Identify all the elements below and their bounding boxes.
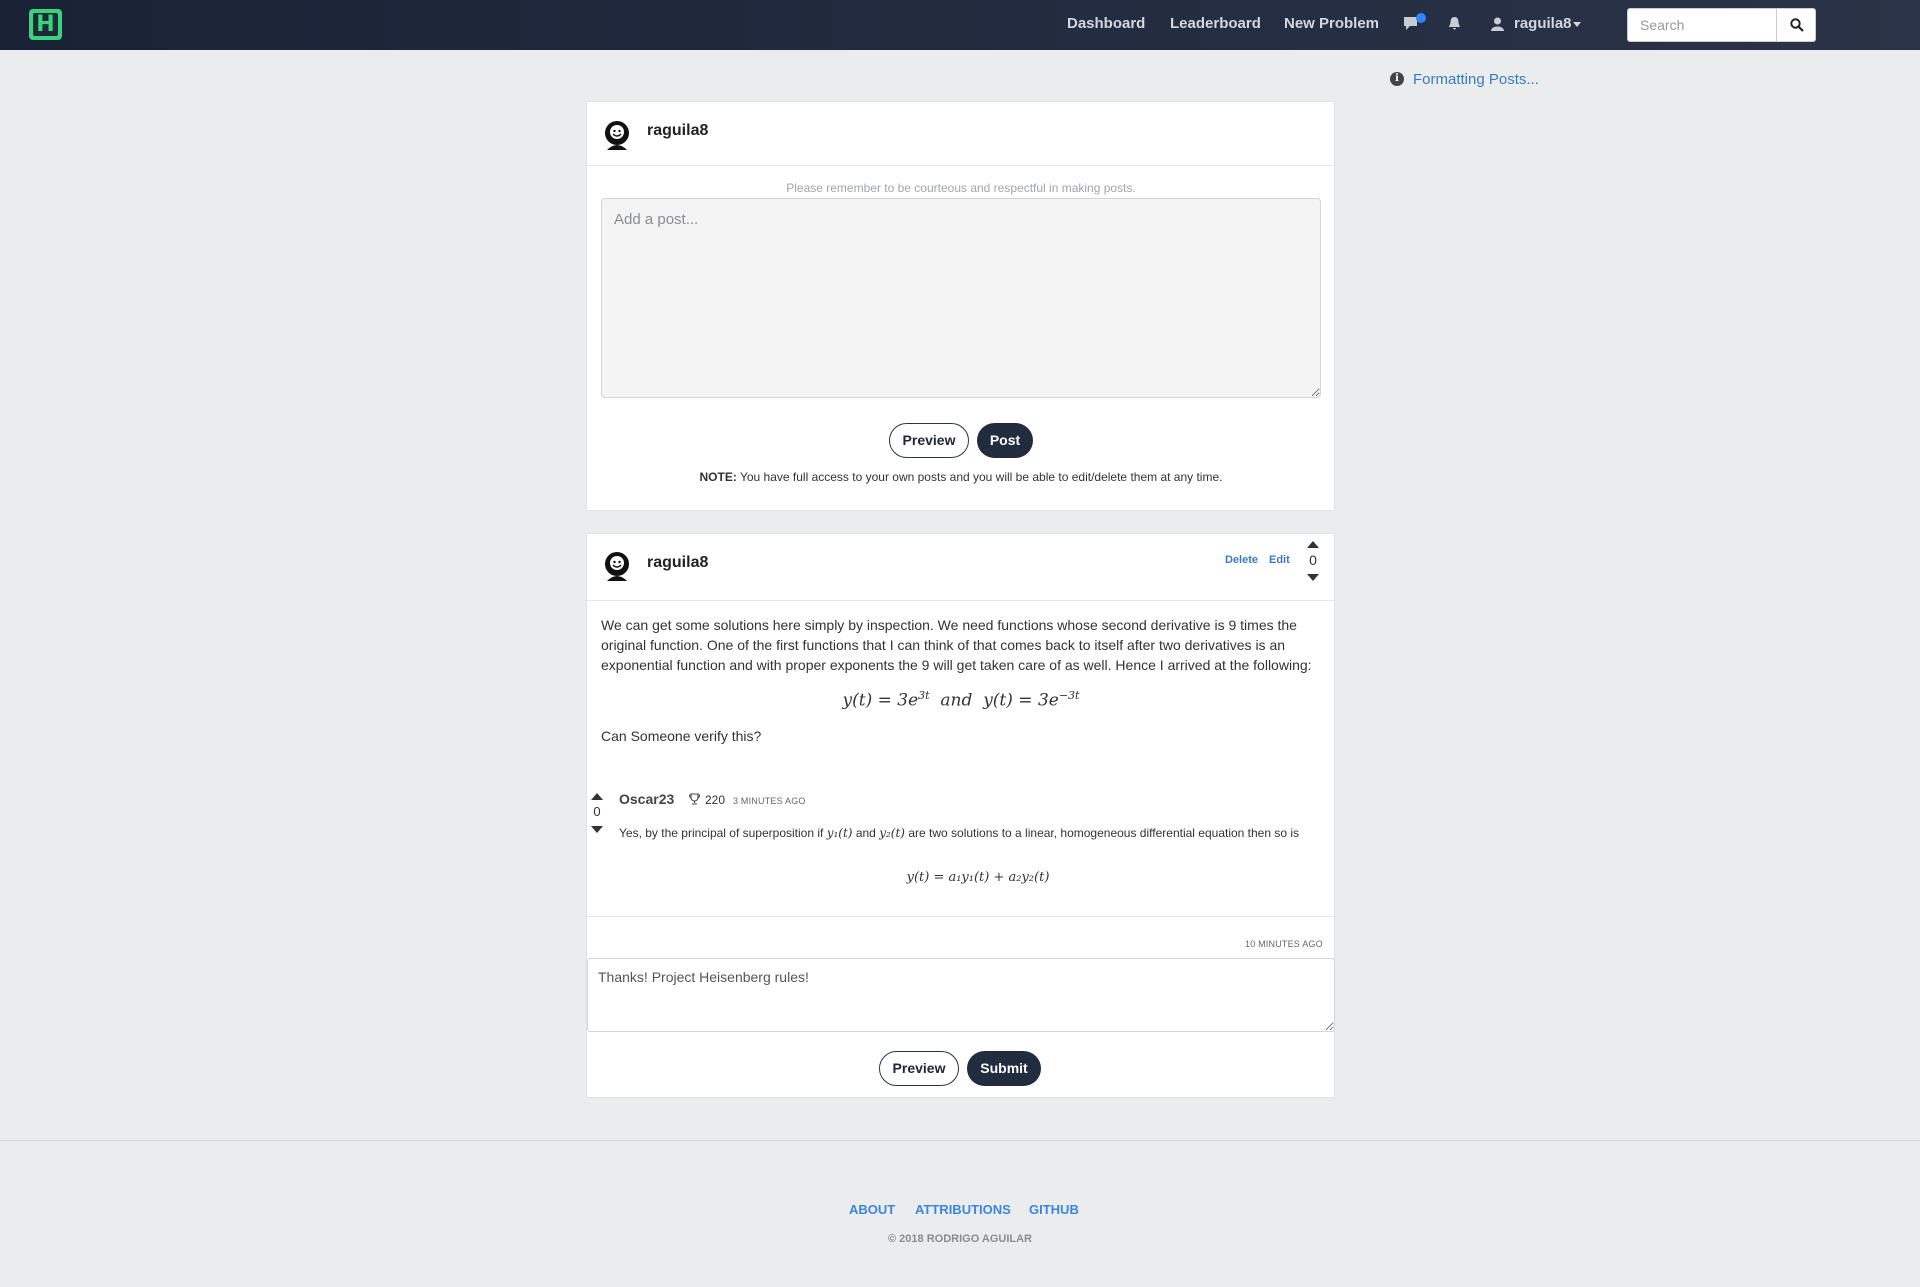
logo-icon[interactable]: H [29, 9, 62, 40]
avatar [605, 121, 629, 150]
user-menu-dropdown[interactable]: raguila8 [1514, 15, 1572, 32]
post-equation: y(t) = 3e3t and y(t) = 3e−3t [842, 689, 1080, 711]
nav-leaderboard-link[interactable]: Leaderboard [1170, 15, 1261, 32]
post-body: We can get some solutions here simply by… [601, 617, 1312, 673]
comment-vote-count: 0 [593, 804, 601, 819]
divider [587, 165, 1334, 166]
submit-button[interactable]: Submit [967, 1051, 1041, 1086]
post-panel: raguila8 Delete Edit 0 We can get some s… [586, 533, 1335, 1098]
user-icon [1491, 17, 1504, 31]
preview-button[interactable]: Preview [889, 423, 969, 458]
chevron-down-icon[interactable] [1573, 22, 1581, 27]
avatar [605, 552, 629, 581]
search-icon [1790, 18, 1804, 32]
chat-notification-dot [1416, 13, 1426, 23]
post-textarea[interactable] [601, 198, 1321, 398]
post-button[interactable]: Post [977, 423, 1033, 458]
downvote-icon[interactable] [1307, 574, 1319, 581]
formatting-posts-link[interactable]: Formatting Posts... [1413, 71, 1539, 88]
comment-timestamp: 3 MINUTES AGO [733, 796, 806, 806]
copyright: © 2018 RODRIGO AGUILAR [888, 1233, 1032, 1245]
edit-post-link[interactable]: Edit [1269, 554, 1290, 566]
post-username: raguila8 [647, 554, 709, 571]
reply-textarea[interactable]: Thanks! Project Heisenberg rules! [587, 958, 1335, 1032]
info-icon: i [1390, 72, 1404, 86]
search-button[interactable] [1776, 8, 1816, 42]
footer-github-link[interactable]: GITHUB [1029, 1202, 1079, 1217]
courtesy-hint: Please remember to be courteous and resp… [786, 181, 1136, 195]
new-post-panel: raguila8 Please remember to be courteous… [586, 101, 1335, 511]
comment-author[interactable]: Oscar23 [619, 791, 674, 807]
post-question: Can Someone verify this? [601, 728, 762, 744]
delete-post-link[interactable]: Delete [1225, 554, 1258, 566]
comment-text: Yes, by the principal of superposition i… [619, 826, 1300, 840]
bell-icon[interactable] [1448, 17, 1461, 32]
divider [587, 600, 1334, 601]
divider [587, 916, 1334, 917]
nav-new-problem-link[interactable]: New Problem [1284, 15, 1379, 32]
comment-downvote-icon[interactable] [591, 826, 603, 833]
comment-upvote-icon[interactable] [591, 793, 603, 800]
ownership-note: NOTE: You have full access to your own p… [699, 470, 1223, 484]
search-input[interactable] [1627, 8, 1777, 42]
post-vote-count: 0 [1309, 552, 1317, 568]
comment-points: 220 [705, 793, 726, 807]
reply-preview-button[interactable]: Preview [879, 1051, 959, 1086]
trophy-icon [689, 793, 700, 805]
footer-divider [0, 1140, 1920, 1141]
upvote-icon[interactable] [1307, 541, 1319, 548]
nav-dashboard-link[interactable]: Dashboard [1067, 15, 1145, 32]
reply-timestamp: 10 MINUTES AGO [1245, 939, 1323, 949]
footer-attributions-link[interactable]: ATTRIBUTIONS [915, 1202, 1011, 1217]
footer-about-link[interactable]: ABOUT [849, 1202, 895, 1217]
composer-username: raguila8 [647, 122, 709, 139]
top-navbar: H Dashboard Leaderboard New Problem ragu… [0, 0, 1920, 50]
comment-equation: y(t) = a₁y₁(t) + a₂y₂(t) [906, 870, 1050, 885]
